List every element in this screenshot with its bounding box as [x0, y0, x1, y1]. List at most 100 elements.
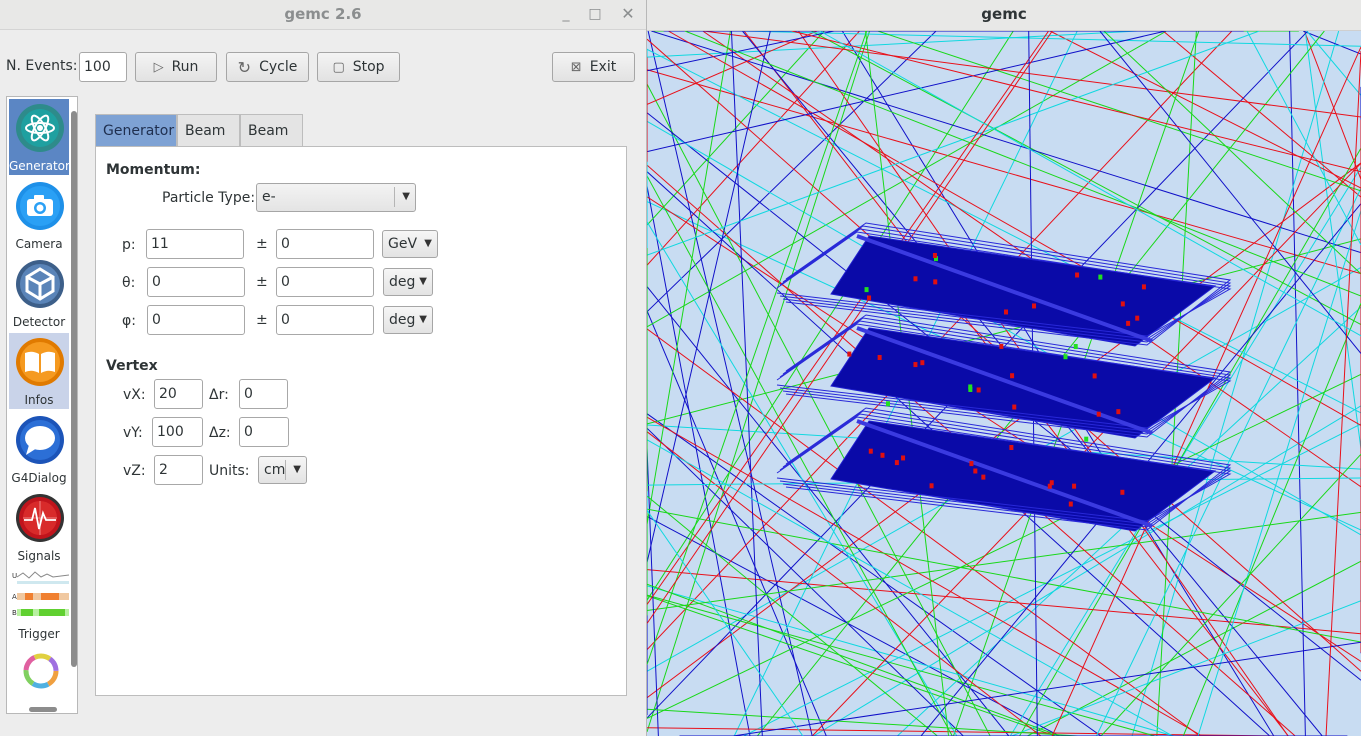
- particle-type-value: e-: [262, 189, 276, 205]
- phi-input[interactable]: [147, 305, 245, 335]
- phi-unit-value: deg: [389, 312, 416, 328]
- hit-marker: [1047, 483, 1052, 489]
- tab-generator[interactable]: Generator: [95, 114, 177, 147]
- hit-marker: [1068, 501, 1073, 507]
- hit-marker: [1009, 445, 1014, 451]
- hit-marker: [1135, 315, 1140, 321]
- sidebar-item-detector[interactable]: Detector: [9, 255, 69, 331]
- sidebar-vertical-scrollbar[interactable]: [71, 111, 77, 667]
- tab-beam-1[interactable]: Beam 1: [177, 114, 240, 171]
- detector-3d-view[interactable]: [647, 31, 1361, 736]
- hit-marker: [999, 343, 1004, 349]
- particle-type-select[interactable]: e- ▼: [256, 183, 416, 212]
- hit-marker: [929, 483, 934, 489]
- p-spread-input[interactable]: [276, 229, 374, 259]
- phi-label: φ:: [122, 313, 136, 329]
- momentum-heading: Momentum:: [106, 162, 201, 178]
- maximize-button[interactable]: □: [584, 4, 606, 24]
- vy-input[interactable]: [152, 417, 203, 447]
- hit-marker: [913, 276, 918, 282]
- dr-label: Δr:: [209, 387, 229, 403]
- hit-marker: [1073, 344, 1078, 350]
- hit-marker: [880, 452, 885, 458]
- dropdown-arrow-icon: ▼: [424, 238, 432, 249]
- dz-input[interactable]: [239, 417, 289, 447]
- gemc-control-window: gemc 2.6 _ □ ✕ N. Events: ▷ Run ↻ Cycle …: [0, 0, 647, 736]
- minimize-button[interactable]: _: [555, 4, 577, 24]
- color-wheel-icon: [23, 653, 59, 689]
- p-label: p:: [122, 237, 136, 253]
- sidebar: Generator Camera Detector Infos G4Dialog…: [6, 96, 78, 714]
- hit-marker: [1092, 373, 1097, 379]
- sidebar-item-colors[interactable]: [9, 645, 69, 701]
- hit-marker: [968, 384, 973, 390]
- track-line: [1304, 31, 1361, 450]
- hit-marker: [1084, 436, 1089, 442]
- theta-unit-select[interactable]: deg ▼: [383, 268, 433, 296]
- sidebar-item-label: Infos: [24, 393, 54, 407]
- phi-spread-input[interactable]: [276, 305, 374, 335]
- hit-marker: [1010, 373, 1015, 379]
- phi-unit-select[interactable]: deg ▼: [383, 306, 433, 334]
- close-button[interactable]: ✕: [617, 4, 639, 24]
- track-line: [1246, 31, 1361, 246]
- sidebar-item-label: Camera: [15, 237, 63, 251]
- dz-label: Δz:: [209, 425, 231, 441]
- vx-label: vX:: [123, 387, 146, 403]
- run-toolbar: N. Events: ▷ Run ↻ Cycle ▢ Stop ⊠ Exit: [0, 50, 646, 84]
- vz-input[interactable]: [154, 455, 203, 485]
- hit-marker: [894, 460, 899, 466]
- sidebar-item-generator[interactable]: Generator: [9, 99, 70, 175]
- units-label: Units:: [209, 463, 250, 479]
- sidebar-item-label: Generator: [9, 159, 70, 173]
- track-line: [1103, 31, 1361, 275]
- tab-beam-2[interactable]: Beam 2: [240, 114, 303, 171]
- p-input[interactable]: [146, 229, 244, 259]
- vx-input[interactable]: [154, 379, 203, 409]
- chat-bubble-icon: [16, 416, 64, 464]
- left-titlebar[interactable]: gemc 2.6 _ □ ✕: [0, 0, 646, 30]
- sidebar-item-trigger[interactable]: U A B Trigger: [9, 567, 69, 643]
- run-button[interactable]: ▷ Run: [135, 52, 217, 82]
- sidebar-item-g4dialog[interactable]: G4Dialog: [9, 411, 69, 487]
- exit-button[interactable]: ⊠ Exit: [552, 52, 635, 82]
- p-unit-select[interactable]: GeV ▼: [382, 230, 438, 258]
- camera-icon: [16, 182, 64, 230]
- sidebar-horizontal-scrollbar[interactable]: [29, 707, 57, 712]
- dropdown-arrow-icon: ▼: [293, 464, 301, 475]
- theta-unit-value: deg: [389, 274, 416, 290]
- track-line: [647, 511, 1361, 612]
- cycle-button[interactable]: ↻ Cycle: [226, 52, 309, 82]
- vz-label: vZ:: [123, 463, 146, 479]
- dropdown-arrow-icon: ▼: [402, 191, 410, 202]
- sidebar-item-signals[interactable]: Signals: [9, 489, 69, 565]
- dr-input[interactable]: [239, 379, 288, 409]
- sidebar-item-camera[interactable]: Camera: [9, 177, 69, 253]
- hit-marker: [973, 468, 978, 474]
- hit-marker: [1098, 274, 1103, 280]
- trigger-signal-icon: U A B: [11, 569, 69, 621]
- theta-label: θ:: [122, 275, 136, 291]
- dropdown-arrow-icon: ▼: [419, 314, 427, 325]
- hit-marker: [1072, 483, 1077, 489]
- hit-marker: [976, 387, 981, 393]
- hit-marker: [1004, 309, 1009, 315]
- theta-spread-input[interactable]: [276, 267, 374, 297]
- run-label: Run: [171, 59, 199, 75]
- theta-input[interactable]: [147, 267, 245, 297]
- dropdown-arrow-icon: ▼: [419, 276, 427, 287]
- sidebar-item-label: Signals: [17, 549, 61, 563]
- hit-marker: [877, 354, 882, 360]
- hit-marker: [868, 448, 873, 454]
- detector-scene: [647, 31, 1361, 736]
- stop-button[interactable]: ▢ Stop: [317, 52, 400, 82]
- play-icon: ▷: [153, 59, 164, 75]
- p-plusminus: ±: [256, 236, 268, 252]
- sidebar-item-infos[interactable]: Infos: [9, 333, 69, 409]
- vertex-unit-select[interactable]: cm ▼: [258, 456, 307, 484]
- theta-plusminus: ±: [256, 274, 268, 290]
- hit-marker: [1116, 409, 1121, 415]
- viewer-title[interactable]: gemc: [647, 0, 1361, 31]
- hit-marker: [1075, 272, 1080, 278]
- events-input[interactable]: [79, 52, 127, 82]
